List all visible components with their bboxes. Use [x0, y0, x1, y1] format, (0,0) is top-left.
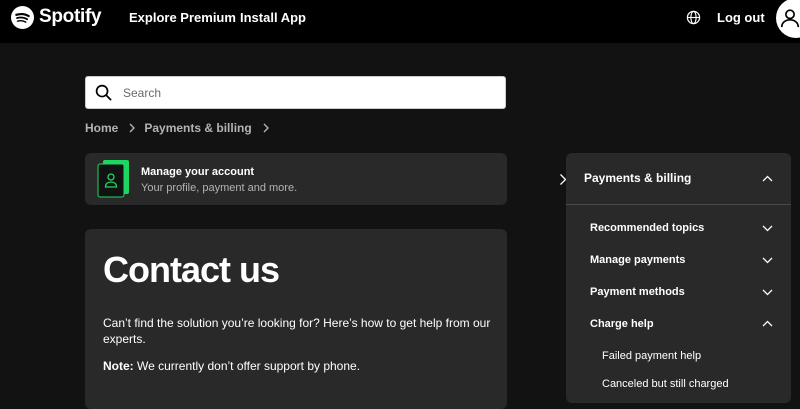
sidebar-item-payment-methods[interactable]: Payment methods — [590, 286, 685, 298]
chevron-up-icon[interactable] — [762, 320, 773, 327]
brand-name: Spotify — [39, 6, 102, 27]
account-card-title: Manage your account — [141, 166, 255, 178]
note-label: Note: — [103, 359, 134, 373]
chevron-right-icon — [263, 123, 269, 133]
contact-note: Note: We currently don’t offer support b… — [103, 359, 360, 373]
chevron-down-icon[interactable] — [762, 289, 773, 296]
top-navigation-bar: Spotify Explore Premium Install App Log … — [0, 0, 800, 43]
sidebar-subitem-failed-payment-help[interactable]: Failed payment help — [602, 350, 701, 362]
chevron-down-icon[interactable] — [762, 225, 773, 232]
user-icon — [780, 9, 800, 28]
manage-account-card[interactable]: Manage your account Your profile, paymen… — [85, 153, 567, 205]
sidebar-item-charge-help[interactable]: Charge help — [590, 318, 654, 330]
category-sidebar: Payments & billing Recommended topics Ma… — [566, 153, 791, 403]
contact-title: Contact us — [103, 249, 280, 290]
sidebar-item-manage-payments[interactable]: Manage payments — [590, 254, 685, 266]
chevron-down-icon[interactable] — [762, 257, 773, 264]
chevron-right-icon — [129, 123, 136, 133]
logout-link[interactable]: Log out — [717, 10, 765, 25]
breadcrumb-home[interactable]: Home — [85, 121, 118, 135]
nav-install-app[interactable]: Install App — [240, 10, 306, 25]
note-text: We currently don’t offer support by phon… — [133, 359, 361, 373]
sidebar-header[interactable]: Payments & billing — [566, 153, 791, 205]
user-avatar[interactable] — [776, 0, 800, 38]
search-icon — [95, 84, 112, 101]
account-icon — [97, 160, 129, 198]
nav-explore-premium[interactable]: Explore Premium — [129, 10, 236, 25]
spotify-icon — [11, 5, 34, 29]
breadcrumb: Home Payments & billing — [85, 121, 278, 135]
sidebar-subitem-canceled-still-charged[interactable]: Canceled but still charged — [602, 378, 729, 390]
globe-icon[interactable] — [686, 10, 701, 25]
contact-us-card: Contact us Can’t find the solution you’r… — [85, 229, 507, 409]
search-box[interactable] — [85, 76, 506, 109]
spotify-logo[interactable]: Spotify — [11, 5, 102, 29]
sidebar-header-label: Payments & billing — [584, 171, 692, 185]
breadcrumb-payments-billing[interactable]: Payments & billing — [144, 121, 251, 135]
contact-description: Can’t find the solution you’re looking f… — [103, 316, 491, 346]
account-card-subtitle: Your profile, payment and more. — [141, 182, 298, 194]
search-input[interactable] — [121, 84, 485, 101]
sidebar-item-recommended-topics[interactable]: Recommended topics — [590, 222, 704, 234]
chevron-up-icon — [762, 175, 773, 182]
